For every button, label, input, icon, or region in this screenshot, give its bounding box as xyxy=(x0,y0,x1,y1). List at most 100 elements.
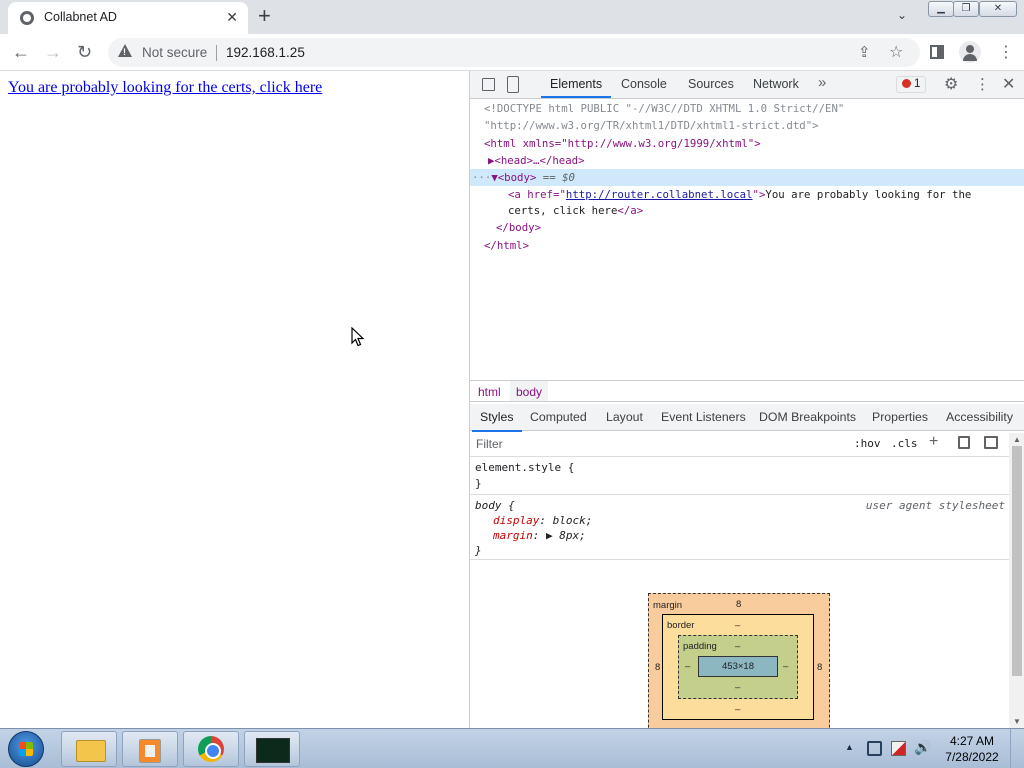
new-style-rule-plus-icon[interactable]: + xyxy=(929,433,938,451)
breadcrumb-html[interactable]: html xyxy=(478,385,501,399)
scroll-down-arrow-icon[interactable]: ▼ xyxy=(1013,717,1021,726)
hov-toggle-button[interactable]: :hov xyxy=(854,437,881,450)
not-secure-label[interactable]: Not secure xyxy=(142,45,207,60)
styles-filter-bar: Filter :hov .cls + xyxy=(470,432,1010,457)
dom-a-href-link[interactable]: http://router.collabnet.local xyxy=(566,188,753,201)
devtools-close-icon[interactable]: ✕ xyxy=(1002,74,1015,94)
settings-gear-icon[interactable]: ⚙ xyxy=(944,74,958,94)
paint-brush-icon[interactable] xyxy=(958,436,970,449)
tab-sources[interactable]: Sources xyxy=(688,77,734,91)
volume-icon[interactable]: 🔊 xyxy=(914,739,931,756)
profile-avatar-icon[interactable] xyxy=(959,41,981,63)
window-maximize-button[interactable]: ❐ xyxy=(953,1,979,17)
element-style-selector[interactable]: element.style { xyxy=(475,460,574,475)
certs-link[interactable]: You are probably looking for the certs, … xyxy=(8,79,322,97)
reload-icon[interactable]: ↻ xyxy=(77,42,92,62)
margin-left-value[interactable]: 8 xyxy=(655,662,660,673)
error-count-badge[interactable]: 1 xyxy=(896,76,927,93)
taskbar-file-explorer-icon[interactable] xyxy=(61,731,117,767)
taskbar-chrome-icon[interactable] xyxy=(183,731,239,767)
dom-dots[interactable]: ··· xyxy=(470,171,491,184)
inspect-element-icon[interactable] xyxy=(482,78,495,91)
browser-menu-kebab-icon[interactable]: ⋮ xyxy=(998,43,1014,63)
new-tab-button[interactable]: + xyxy=(258,4,271,28)
share-icon[interactable]: ⇪ xyxy=(858,43,871,61)
error-icon xyxy=(902,79,911,88)
start-button[interactable] xyxy=(8,731,44,767)
action-center-flag-icon[interactable] xyxy=(891,741,906,756)
dom-body-tag: <body> xyxy=(497,171,537,184)
dom-doctype-line-2[interactable]: "http://www.w3.org/TR/xhtml1/DTD/xhtml1-… xyxy=(470,117,1024,134)
browser-tab-collabnet[interactable]: Collabnet AD ✕ xyxy=(8,2,248,34)
device-toolbar-icon[interactable] xyxy=(507,76,519,93)
scroll-thumb[interactable] xyxy=(1012,446,1022,676)
more-tabs-chevron-icon[interactable]: » xyxy=(818,74,826,91)
url-text[interactable]: 192.168.1.25 xyxy=(226,45,305,60)
element-style-close: } xyxy=(475,477,482,490)
subtab-event-listeners[interactable]: Event Listeners xyxy=(661,410,746,424)
border-top-value[interactable]: – xyxy=(735,620,740,631)
warning-triangle-icon[interactable] xyxy=(118,44,132,57)
body-selector[interactable]: body { xyxy=(475,498,515,513)
css-prop-margin[interactable]: margin: ▶ 8px; xyxy=(493,528,586,543)
dom-html-open[interactable]: <html xmlns="http://www.w3.org/1999/xhtm… xyxy=(470,135,1024,152)
subtab-styles[interactable]: Styles xyxy=(472,410,521,432)
dom-html-close[interactable]: </html> xyxy=(470,237,1024,254)
show-desktop-button[interactable] xyxy=(1010,729,1024,768)
tab-network[interactable]: Network xyxy=(753,77,799,91)
tab-close-icon[interactable]: ✕ xyxy=(226,9,238,26)
dom-anchor-line-2[interactable]: certs, click here</a> xyxy=(470,202,1024,219)
tab-search-chevron-icon[interactable]: ⌄ xyxy=(897,8,907,22)
subtab-computed[interactable]: Computed xyxy=(530,410,587,424)
clock-date[interactable]: 7/28/2022 xyxy=(943,750,1001,764)
padding-top-value[interactable]: – xyxy=(735,641,740,652)
back-arrow-icon[interactable]: ← xyxy=(12,42,30,62)
window-close-button[interactable]: ✕ xyxy=(979,1,1017,17)
styles-scrollbar[interactable]: ▲ ▼ xyxy=(1009,433,1024,728)
dom-a-text-1: You are probably looking for the xyxy=(765,188,972,201)
tab-console[interactable]: Console xyxy=(621,77,667,91)
toggle-sidebar-icon[interactable] xyxy=(984,436,998,449)
tab-elements[interactable]: Elements xyxy=(540,77,612,98)
dom-body-close[interactable]: </body> xyxy=(470,219,1024,236)
css-prop-display[interactable]: display: block; xyxy=(493,513,592,528)
breadcrumb-body[interactable]: body xyxy=(510,381,549,401)
styles-filter-input[interactable]: Filter xyxy=(476,437,503,451)
window-minimize-button[interactable]: ▁ xyxy=(928,1,954,17)
windows-taskbar: ▲ 🔊 4:27 AM 7/28/2022 xyxy=(0,728,1024,768)
taskbar-media-player-icon[interactable] xyxy=(122,731,178,767)
side-panel-icon[interactable] xyxy=(930,45,944,59)
padding-left-value[interactable]: – xyxy=(685,661,690,672)
scroll-up-arrow-icon[interactable]: ▲ xyxy=(1013,435,1021,444)
dom-anchor-line[interactable]: <a href="http://router.collabnet.local">… xyxy=(470,186,1024,203)
dom-tree: <!DOCTYPE html PUBLIC "-//W3C//DTD XHTML… xyxy=(470,100,1024,380)
margin-right-value[interactable]: 8 xyxy=(817,662,822,673)
devtools-menu-kebab-icon[interactable]: ⋮ xyxy=(975,75,990,93)
tray-show-hidden-icon[interactable]: ▲ xyxy=(845,742,854,752)
bookmark-star-icon[interactable]: ☆ xyxy=(889,42,903,62)
css-prop-display-value: block; xyxy=(552,514,593,527)
box-model-content[interactable]: 453×18 xyxy=(698,656,778,677)
globe-icon xyxy=(20,11,34,25)
margin-top-value[interactable]: 8 xyxy=(736,599,741,610)
subtab-properties[interactable]: Properties xyxy=(872,410,928,424)
forward-arrow-icon[interactable]: → xyxy=(44,42,62,62)
padding-right-value[interactable]: – xyxy=(783,661,788,672)
cls-toggle-button[interactable]: .cls xyxy=(891,437,918,450)
dom-head-collapsed[interactable]: ▶<head>…</head> xyxy=(470,152,1024,169)
user-agent-stylesheet-label: user agent stylesheet xyxy=(865,499,1005,512)
network-icon[interactable] xyxy=(867,741,882,756)
padding-label: padding xyxy=(683,641,717,652)
taskbar-resource-monitor-icon[interactable] xyxy=(244,731,300,767)
css-prop-display-name: display xyxy=(493,514,540,527)
padding-bottom-value[interactable]: – xyxy=(735,682,740,693)
dom-body-selected[interactable]: ···▼<body> == $0 xyxy=(470,169,1024,186)
subtab-layout[interactable]: Layout xyxy=(606,410,643,424)
subtab-accessibility[interactable]: Accessibility xyxy=(946,410,1013,424)
address-bar[interactable]: Not secure 192.168.1.25 ⇪ ☆ xyxy=(108,38,920,67)
dom-doctype-line-1[interactable]: <!DOCTYPE html PUBLIC "-//W3C//DTD XHTML… xyxy=(470,100,1024,117)
body-style-rule: body { user agent stylesheet display: bl… xyxy=(470,496,1010,560)
border-bottom-value[interactable]: – xyxy=(735,704,740,715)
subtab-dom-breakpoints[interactable]: DOM Breakpoints xyxy=(759,410,856,424)
clock-time[interactable]: 4:27 AM xyxy=(946,734,998,748)
